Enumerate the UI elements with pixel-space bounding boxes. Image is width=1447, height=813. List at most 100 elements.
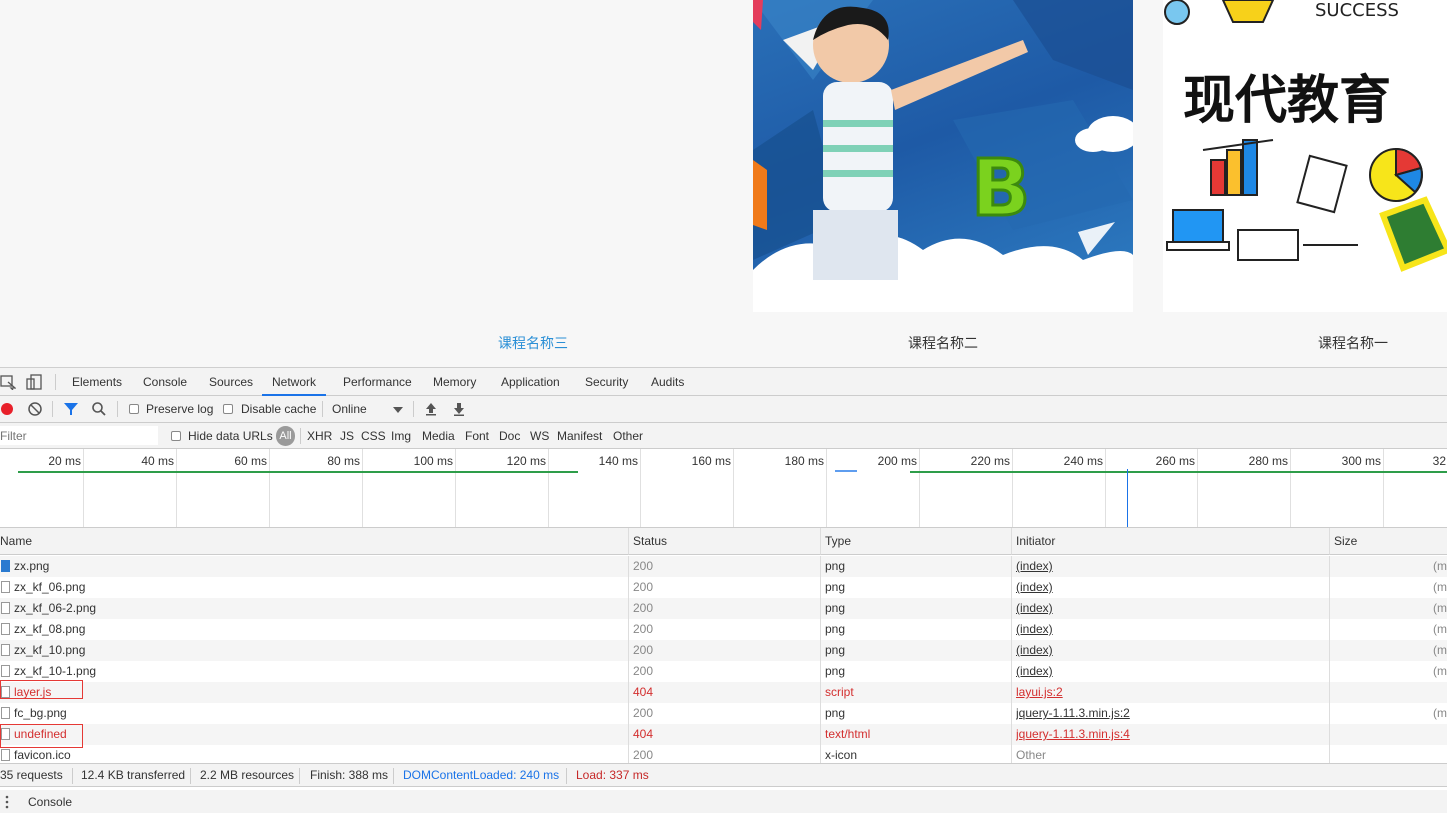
chevron-down-icon[interactable]	[390, 402, 406, 418]
filter-media[interactable]: Media	[422, 423, 455, 449]
column-divider	[820, 556, 821, 763]
file-icon	[1, 749, 10, 761]
timeline-tick-label: 80 ms	[327, 454, 360, 468]
table-row[interactable]: zx_kf_06.png 200 png (index) (m	[0, 577, 1447, 598]
request-initiator-link[interactable]: layui.js:2	[1016, 682, 1326, 703]
tab-console[interactable]: Console	[141, 368, 189, 396]
tab-application[interactable]: Application	[499, 368, 562, 396]
request-initiator-link[interactable]: (index)	[1016, 661, 1326, 682]
request-size: (m	[1433, 580, 1447, 594]
table-row[interactable]: layer.js 404 script layui.js:2	[0, 682, 1447, 703]
column-header-size[interactable]: Size	[1330, 528, 1447, 555]
record-icon[interactable]	[0, 401, 16, 417]
request-initiator-link[interactable]: (index)	[1016, 556, 1326, 577]
filter-css[interactable]: CSS	[361, 423, 386, 449]
column-header-status[interactable]: Status	[629, 528, 821, 555]
search-icon[interactable]	[91, 401, 107, 417]
course-image-boy[interactable]: B	[753, 0, 1133, 312]
request-name: favicon.ico	[14, 748, 71, 762]
request-type: png	[825, 601, 846, 615]
timeline-tick-label: 260 ms	[1155, 454, 1195, 468]
image-file-icon	[1, 707, 10, 719]
request-size: (m	[1433, 601, 1447, 615]
request-name: zx_kf_10-1.png	[14, 664, 97, 678]
timeline-gridline	[1197, 449, 1198, 527]
tab-elements[interactable]: Elements	[70, 368, 124, 396]
course-title-1[interactable]: 课程名称一	[1293, 333, 1413, 353]
more-vertical-icon[interactable]	[4, 795, 10, 809]
filter-ws[interactable]: WS	[530, 423, 549, 449]
import-har-icon[interactable]	[423, 401, 439, 417]
request-initiator-link[interactable]: (index)	[1016, 598, 1326, 619]
timeline-tick-label: 140 ms	[598, 454, 638, 468]
preserve-log-label: Preserve log	[146, 402, 214, 416]
image-file-icon	[1, 644, 10, 656]
request-type: script	[825, 685, 854, 699]
filter-other[interactable]: Other	[613, 423, 643, 449]
device-toolbar-icon[interactable]	[26, 374, 42, 390]
network-requests-table: Name Status Type Initiator Size zx.png 2…	[0, 528, 1447, 763]
filter-all-button[interactable]: All	[276, 426, 295, 446]
modern-education-title: 现代教育	[1183, 71, 1391, 131]
request-initiator-link[interactable]: (index)	[1016, 577, 1326, 598]
request-type: png	[825, 664, 846, 678]
export-har-icon[interactable]	[451, 401, 467, 417]
timeline-tick-label: 280 ms	[1248, 454, 1288, 468]
timeline-gridline	[1105, 449, 1106, 527]
filter-doc[interactable]: Doc	[499, 423, 520, 449]
hide-data-urls-checkbox[interactable]	[171, 431, 181, 441]
filter-input[interactable]	[0, 426, 158, 445]
web-page-content: B SUCCESS 现代教育 课程名称三 课程名称二 课程名称一	[0, 0, 1447, 367]
table-row[interactable]: zx_kf_08.png 200 png (index) (m	[0, 619, 1447, 640]
filter-img[interactable]: Img	[391, 423, 411, 449]
column-header-type[interactable]: Type	[821, 528, 1012, 555]
inspect-element-icon[interactable]	[0, 374, 16, 390]
clear-icon[interactable]	[27, 401, 43, 417]
tab-security[interactable]: Security	[583, 368, 630, 396]
drawer-tab-console[interactable]: Console	[28, 790, 72, 813]
table-row[interactable]: zx.png 200 png (index) (m	[0, 556, 1447, 577]
request-initiator-link[interactable]: jquery-1.11.3.min.js:4	[1016, 724, 1326, 745]
table-row[interactable]: zx_kf_10-1.png 200 png (index) (m	[0, 661, 1447, 682]
tab-sources[interactable]: Sources	[207, 368, 255, 396]
table-row[interactable]: zx_kf_10.png 200 png (index) (m	[0, 640, 1447, 661]
course-title-2[interactable]: 课程名称二	[883, 333, 1003, 353]
column-header-name[interactable]: Name	[0, 528, 629, 555]
request-status: 200	[633, 643, 654, 657]
filter-font[interactable]: Font	[465, 423, 489, 449]
filter-js[interactable]: JS	[340, 423, 354, 449]
throttle-select[interactable]: Online	[332, 396, 367, 423]
summary-domcontentloaded: DOMContentLoaded: 240 ms	[403, 768, 560, 782]
dom-content-loaded-marker	[1127, 469, 1128, 527]
tab-audits[interactable]: Audits	[649, 368, 686, 396]
tab-network[interactable]: Network	[262, 368, 327, 396]
course-image-education[interactable]: SUCCESS 现代教育	[1163, 0, 1447, 312]
timeline-tick-label: 240 ms	[1063, 454, 1103, 468]
request-size: (m	[1433, 643, 1447, 657]
table-row[interactable]: undefined 404 text/html jquery-1.11.3.mi…	[0, 724, 1447, 745]
column-header-initiator[interactable]: Initiator	[1012, 528, 1330, 555]
filter-xhr[interactable]: XHR	[307, 423, 332, 449]
request-initiator-link[interactable]: (index)	[1016, 640, 1326, 661]
table-row[interactable]: zx_kf_06-2.png 200 png (index) (m	[0, 598, 1447, 619]
table-row[interactable]: fc_bg.png 200 png jquery-1.11.3.min.js:2…	[0, 703, 1447, 724]
timeline-tick-label: 60 ms	[234, 454, 267, 468]
preserve-log-checkbox[interactable]	[129, 404, 139, 414]
request-initiator: Other	[1016, 748, 1047, 762]
request-initiator-link[interactable]: jquery-1.11.3.min.js:2	[1016, 703, 1326, 724]
divider	[322, 401, 323, 417]
table-row[interactable]: favicon.ico 200 x-icon Other	[0, 745, 1447, 763]
request-initiator-link[interactable]: (index)	[1016, 619, 1326, 640]
filter-icon[interactable]	[63, 401, 79, 417]
network-timeline-overview[interactable]: 20 ms 40 ms 60 ms 80 ms 100 ms 120 ms 14…	[0, 449, 1447, 528]
letter-b: B	[971, 144, 1030, 234]
timeline-gridline	[640, 449, 641, 527]
timeline-gridline	[919, 449, 920, 527]
filter-manifest[interactable]: Manifest	[557, 423, 602, 449]
image-file-icon	[1, 602, 10, 614]
tab-performance[interactable]: Performance	[341, 368, 414, 396]
disable-cache-checkbox[interactable]	[223, 404, 233, 414]
course-title-3[interactable]: 课程名称三	[473, 333, 593, 353]
tab-memory[interactable]: Memory	[431, 368, 478, 396]
timeline-tick-label: 40 ms	[141, 454, 174, 468]
